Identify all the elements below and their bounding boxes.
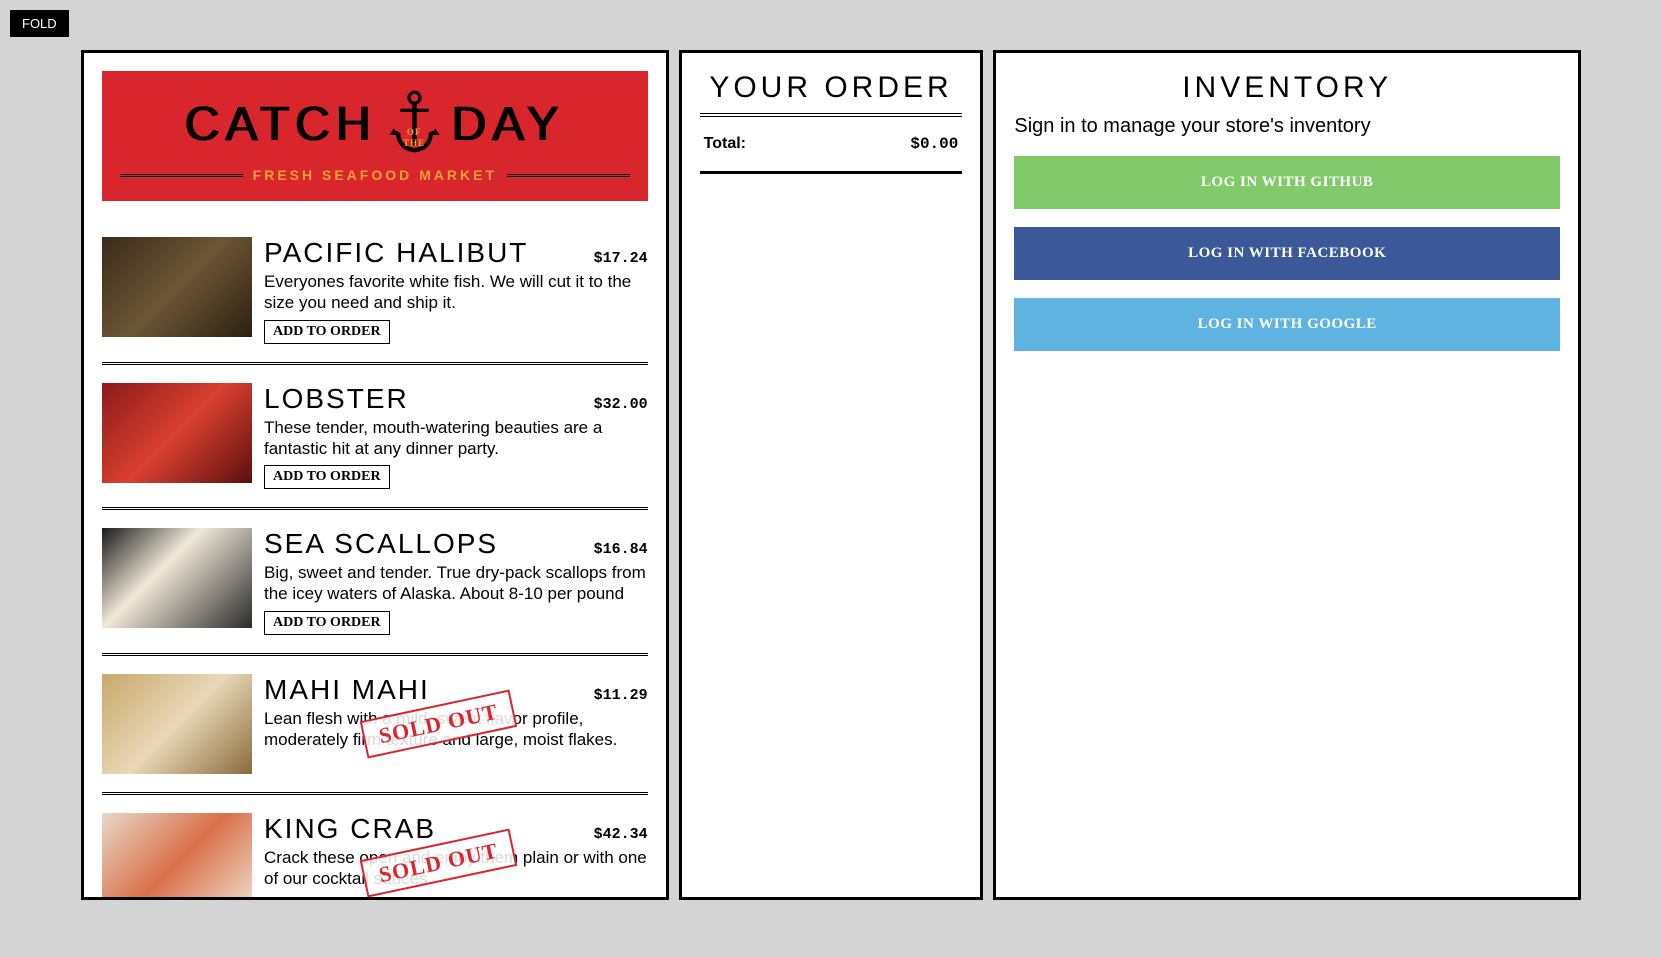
of-the-text: OFTHE (403, 127, 425, 149)
fish-description: Crack these open and enjoy them plain or… (264, 847, 648, 890)
total-label: Total: (704, 135, 746, 153)
subtitle-line-left (120, 174, 243, 177)
fish-image (102, 383, 252, 483)
fish-price: $16.84 (594, 541, 648, 558)
header-banner: CATCH OFTHE DAY FRESH SEAFOOD MAR (102, 71, 648, 201)
fish-details: PACIFIC HALIBUT $17.24 Everyones favorite … (264, 237, 648, 344)
fish-price: $17.24 (594, 250, 648, 267)
fish-item: SEA SCALLOPS $16.84 Big, sweet and tender.… (102, 510, 648, 656)
login-facebook-button[interactable]: LOG IN WITH FACEBOOK (1014, 227, 1560, 280)
inventory-panel: INVENTORY Sign in to manage your store's… (993, 50, 1581, 900)
fish-list: PACIFIC HALIBUT $17.24 Everyones favorite … (102, 219, 648, 900)
order-divider (700, 113, 963, 117)
fish-details: MAHI MAHI $11.29 Lean flesh with a mild, s… (264, 674, 648, 774)
total-value: $0.00 (910, 135, 958, 153)
add-to-order-button[interactable]: ADD TO ORDER (264, 465, 390, 489)
fish-image (102, 674, 252, 774)
fish-description: Lean flesh with a mild, sweet flavor pro… (264, 708, 648, 751)
fish-details: LOBSTER $32.00 These tender, mouth-waterin… (264, 383, 648, 490)
fish-price: $11.29 (594, 687, 648, 704)
fish-item: SOLD OUTMAHI MAHI$11.29Lean flesh with a… (102, 656, 648, 795)
add-to-order-button[interactable]: ADD TO ORDER (264, 320, 390, 344)
signin-prompt: Sign in to manage your store's inventory (1014, 115, 1560, 138)
menu-panel: CATCH OFTHE DAY FRESH SEAFOOD MAR (81, 50, 669, 900)
subtitle-line-right (507, 174, 630, 177)
order-panel: YOUR ORDER Total: $0.00 (679, 50, 984, 900)
fish-name: KING CRAB (264, 813, 436, 845)
fish-description: Big, sweet and tender. True dry-pack sca… (264, 562, 648, 605)
add-to-order-button[interactable]: ADD TO ORDER (264, 611, 390, 635)
fish-name: SEA SCALLOPS (264, 528, 498, 560)
anchor-icon: OFTHE (387, 89, 442, 159)
header-subtitle: FRESH SEAFOOD MARKET (253, 167, 497, 183)
fish-name: LOBSTER (264, 383, 409, 415)
fish-image (102, 813, 252, 901)
fish-image (102, 528, 252, 628)
fish-price: $42.34 (594, 826, 648, 843)
fish-details: KING CRAB $42.34 Crack these open and enjo… (264, 813, 648, 901)
fish-price: $32.00 (594, 396, 648, 413)
app-container: CATCH OFTHE DAY FRESH SEAFOOD MAR (81, 50, 1581, 900)
header-word-day: DAY (452, 97, 565, 152)
login-google-button[interactable]: LOG IN WITH GOOGLE (1014, 298, 1560, 351)
order-title: YOUR ORDER (700, 71, 963, 105)
order-total-row: Total: $0.00 (700, 135, 963, 174)
fish-name: MAHI MAHI (264, 674, 430, 706)
header-word-catch: CATCH (185, 97, 377, 152)
fish-details: SEA SCALLOPS $16.84 Big, sweet and tender.… (264, 528, 648, 635)
login-github-button[interactable]: LOG IN WITH GITHUB (1014, 156, 1560, 209)
fish-item: SOLD OUTKING CRAB$42.34Crack these open … (102, 795, 648, 901)
fish-description: These tender, mouth-watering beauties ar… (264, 417, 648, 460)
fish-name: PACIFIC HALIBUT (264, 237, 528, 269)
fish-description: Everyones favorite white fish. We will c… (264, 271, 648, 314)
fish-image (102, 237, 252, 337)
fold-button[interactable]: FOLD (10, 10, 69, 37)
fish-item: PACIFIC HALIBUT $17.24 Everyones favorite … (102, 219, 648, 365)
inventory-title: INVENTORY (1014, 71, 1560, 105)
fish-item: LOBSTER $32.00 These tender, mouth-waterin… (102, 365, 648, 511)
